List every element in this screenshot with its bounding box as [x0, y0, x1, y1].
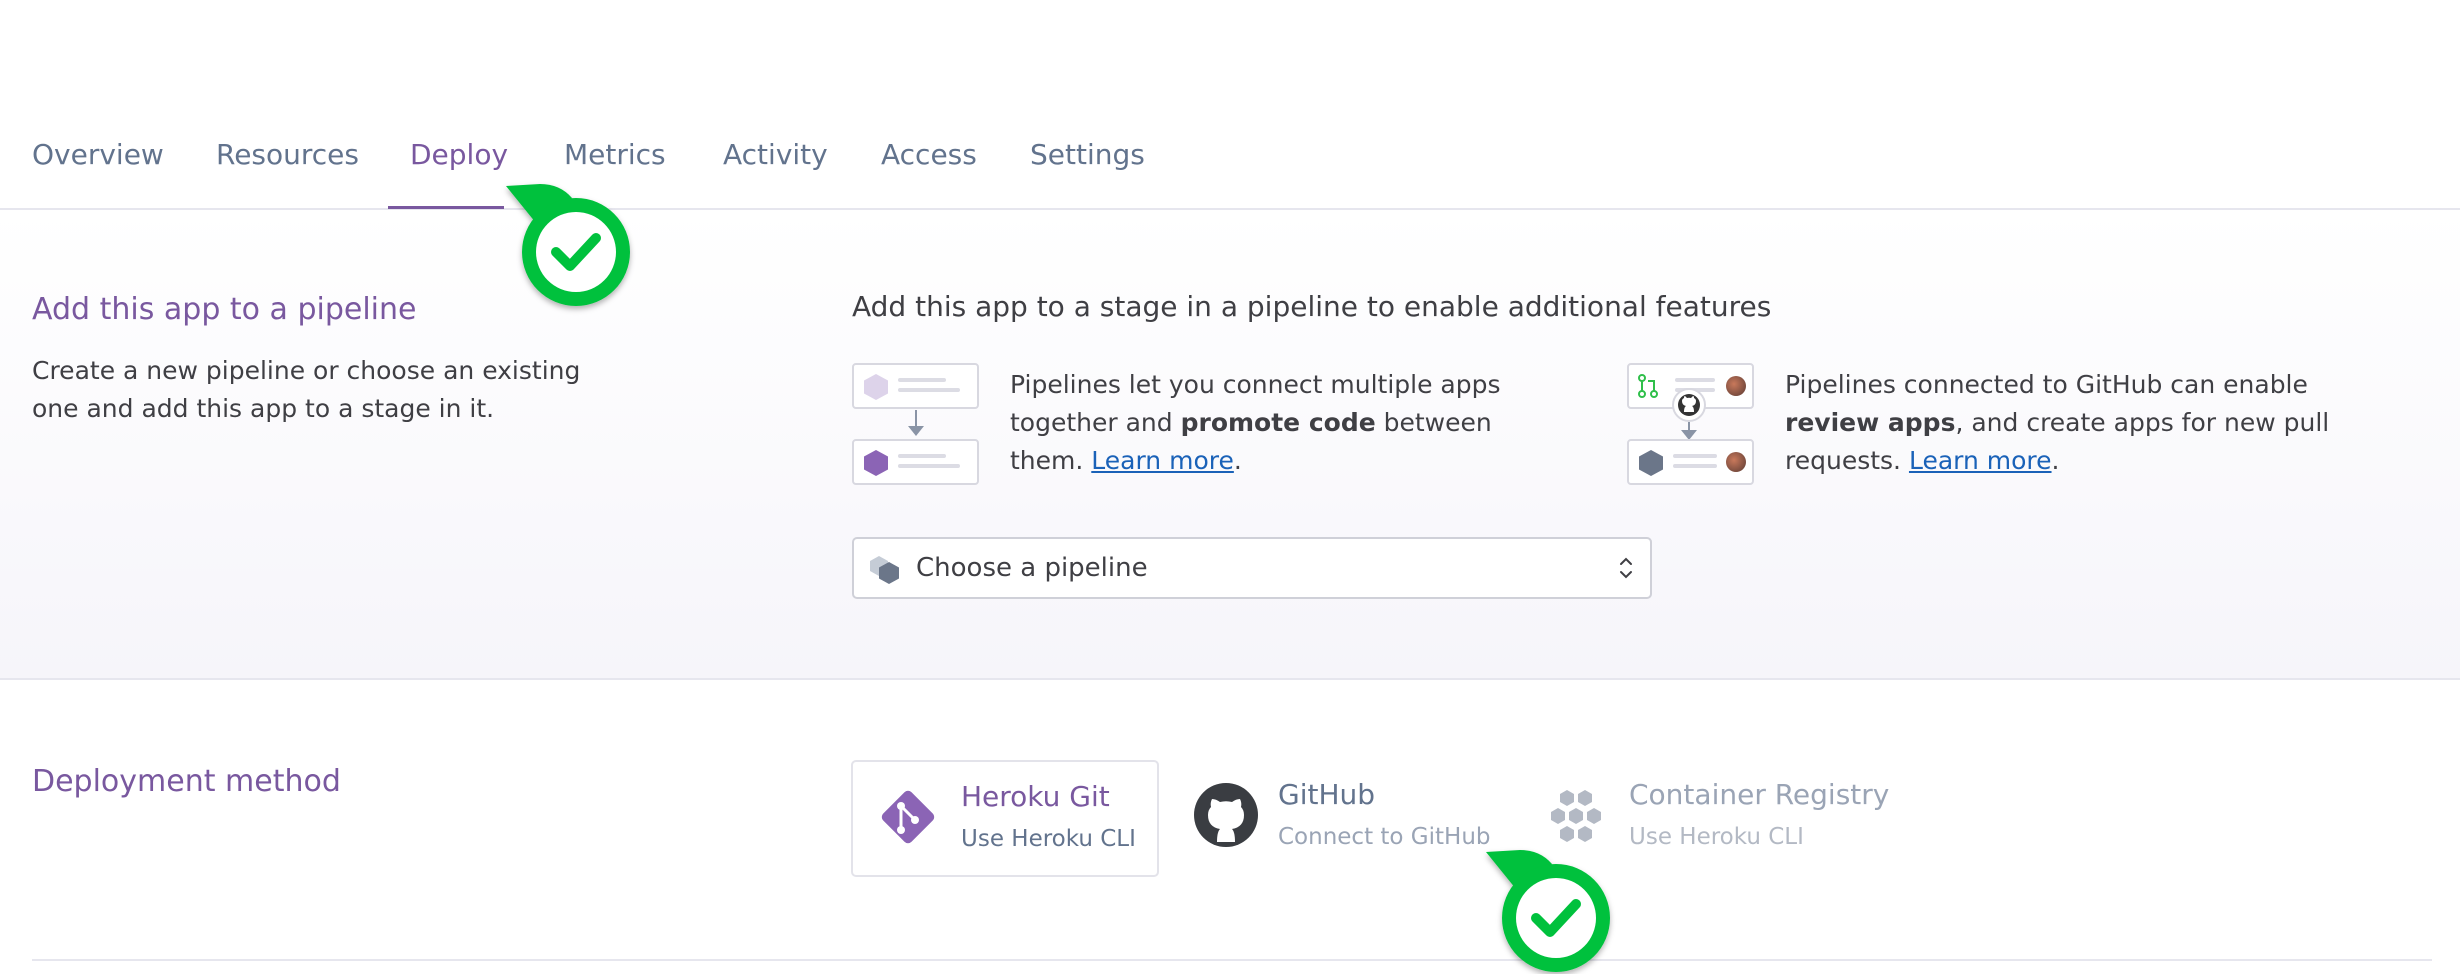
pipeline-icon [870, 556, 899, 584]
github-subtitle: Connect to GitHub [1278, 824, 1491, 850]
tab-metrics[interactable]: Metrics [564, 138, 666, 171]
active-tab-indicator [388, 206, 504, 209]
deploy-method-heroku-git[interactable]: Heroku Git Use Heroku CLI [851, 760, 1159, 877]
pipeline-headline: Add this app to a stage in a pipeline to… [852, 290, 1772, 323]
pipeline-section-title: Add this app to a pipeline [32, 292, 417, 327]
learn-more-link[interactable]: Learn more [1091, 446, 1234, 475]
tab-settings[interactable]: Settings [1030, 138, 1145, 171]
heroku-git-title: Heroku Git [961, 780, 1110, 813]
container-registry-subtitle: Use Heroku CLI [1629, 824, 1804, 850]
select-chevrons-icon [1620, 557, 1632, 579]
pipeline-stage-card [852, 363, 979, 409]
pipeline-feature-review-apps: Pipelines connected to GitHub can enable… [1785, 370, 2330, 475]
pipeline-section: Add this app to a pipeline Create a new … [0, 210, 2460, 680]
choose-pipeline-select[interactable]: Choose a pipeline [852, 537, 1652, 599]
deploy-method-github[interactable]: GitHub Connect to GitHub [1190, 760, 1520, 877]
heroku-git-icon [881, 790, 935, 844]
avatar [1726, 376, 1746, 396]
tab-access[interactable]: Access [881, 138, 977, 171]
heroku-git-subtitle: Use Heroku CLI [961, 826, 1136, 852]
learn-more-link[interactable]: Learn more [1909, 446, 2052, 475]
github-title: GitHub [1278, 778, 1376, 811]
deployment-section-title: Deployment method [32, 764, 341, 799]
container-registry-icon [1551, 790, 1601, 842]
section-divider [32, 959, 2432, 961]
github-icon [1194, 783, 1258, 847]
pull-request-icon [1638, 374, 1658, 398]
pipeline-feature-promote: Pipelines let you connect multiple apps … [1010, 370, 1501, 475]
click-marker-check-icon [506, 184, 630, 306]
pipeline-section-description: Create a new pipeline or choose an exist… [32, 356, 581, 423]
pipeline-stage-card [1627, 439, 1754, 485]
tab-resources[interactable]: Resources [216, 138, 359, 171]
pipeline-stage-card [852, 439, 979, 485]
choose-pipeline-label: Choose a pipeline [916, 553, 1148, 583]
github-badge-icon [1672, 388, 1706, 422]
avatar [1726, 452, 1746, 472]
container-registry-title: Container Registry [1629, 778, 1890, 811]
tab-activity[interactable]: Activity [723, 138, 828, 171]
app-nav-tabs: Overview Resources Deploy Metrics Activi… [0, 0, 2460, 210]
tab-overview[interactable]: Overview [32, 138, 164, 171]
tab-deploy[interactable]: Deploy [410, 138, 508, 171]
click-marker-check-icon [1486, 850, 1610, 972]
